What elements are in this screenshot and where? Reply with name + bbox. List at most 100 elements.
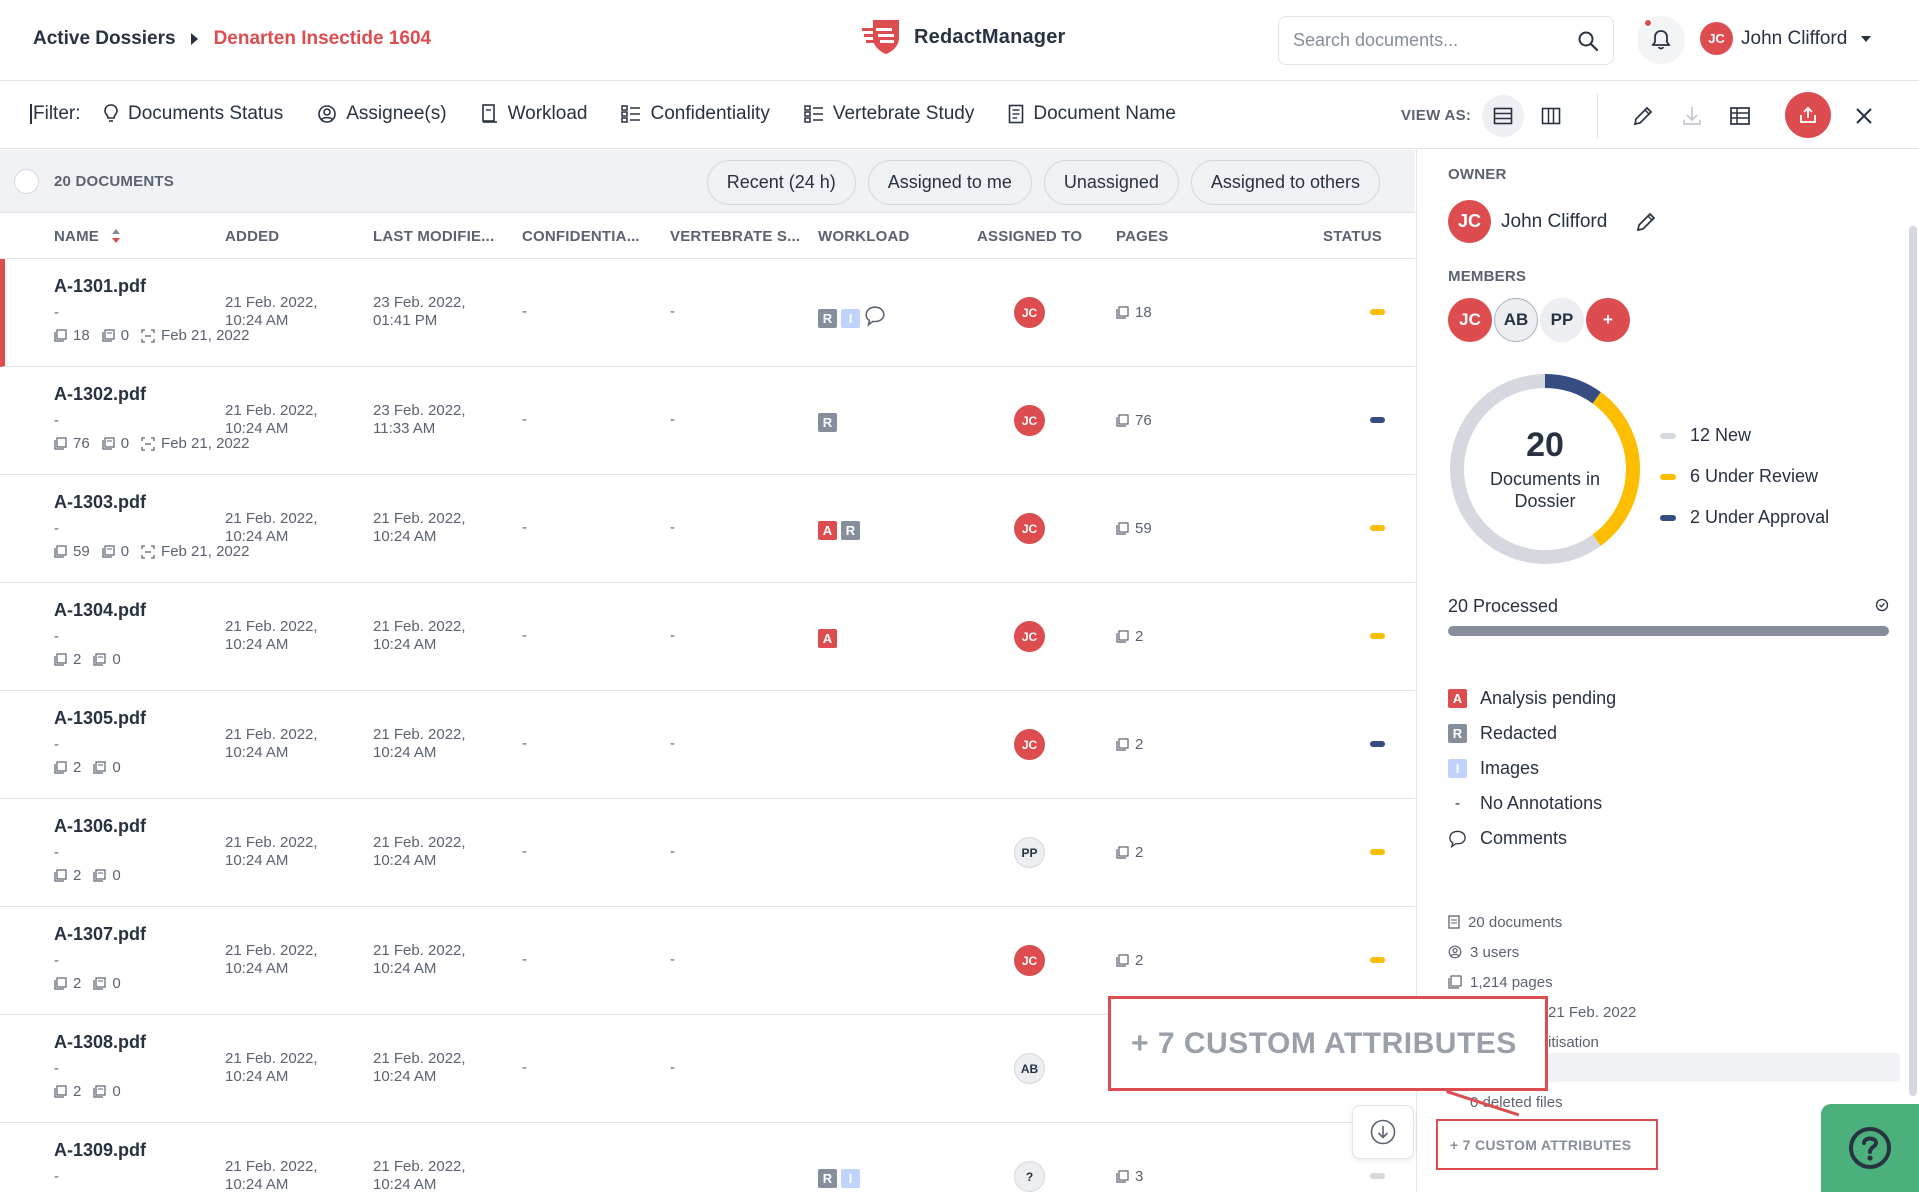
quick-filter-recent[interactable]: Recent (24 h) (706, 160, 856, 205)
assignee-avatar[interactable]: JC (1014, 297, 1045, 328)
panel-scrollbar[interactable] (1909, 226, 1917, 1096)
column-name[interactable]: NAME (54, 228, 121, 245)
document-name[interactable]: A-1306.pdf (54, 816, 146, 837)
close-button[interactable] (1843, 95, 1885, 137)
add-member-button[interactable]: + (1586, 298, 1630, 342)
document-name[interactable]: A-1301.pdf (54, 276, 146, 297)
download-button[interactable] (1671, 95, 1713, 137)
filter-vertebrate-study[interactable]: Vertebrate Study (804, 103, 974, 125)
quick-filter-unassigned[interactable]: Unassigned (1043, 160, 1179, 205)
filter-label-text: Documents Status (128, 103, 284, 124)
custom-attributes-link[interactable]: + 7 CUSTOM ATTRIBUTES (1436, 1119, 1658, 1170)
list-toolbar: 20 DOCUMENTS Recent (24 h) Assigned to m… (0, 150, 1415, 213)
column-pages[interactable]: PAGES (1116, 228, 1168, 245)
assignee-avatar[interactable]: JC (1014, 513, 1045, 544)
view-list-button[interactable] (1482, 95, 1524, 137)
member-avatar[interactable]: AB (1494, 298, 1538, 342)
document-name[interactable]: A-1309.pdf (54, 1140, 146, 1161)
table-row[interactable]: A-1301.pdf -18 0 Feb 21, 2022 21 Feb. 2022, 1… (0, 259, 1415, 367)
member-avatar[interactable]: PP (1540, 298, 1584, 342)
document-name[interactable]: A-1305.pdf (54, 708, 146, 729)
assignee-avatar[interactable]: JC (1014, 729, 1045, 760)
breadcrumb-active-dossiers[interactable]: Active Dossiers (33, 28, 176, 50)
help-button[interactable] (1821, 1104, 1919, 1192)
document-icon (1448, 915, 1460, 929)
meta-annotations: 0 (93, 759, 121, 776)
column-vertebrate-study[interactable]: VERTEBRATE S... (670, 228, 800, 245)
table-row[interactable]: A-1304.pdf -2 0 21 Feb. 2022, 10:24 AM 21 Feb… (0, 583, 1415, 691)
quick-filter-assigned-to-others[interactable]: Assigned to others (1190, 160, 1380, 205)
member-avatar[interactable]: JC (1448, 298, 1492, 342)
filter-workload[interactable]: Workload (481, 103, 587, 125)
document-name[interactable]: A-1303.pdf (54, 492, 146, 513)
assignee-avatar[interactable]: JC (1014, 945, 1045, 976)
filter-assignees[interactable]: Assignee(s) (317, 103, 447, 125)
pencil-icon[interactable] (1635, 211, 1657, 233)
search-input[interactable] (1293, 30, 1577, 51)
assignee-avatar[interactable]: JC (1014, 621, 1045, 652)
added-time-line: 10:24 AM (225, 744, 289, 761)
legend-item-under-approval[interactable]: 2 Under Approval (1660, 497, 1829, 538)
workload-cell: RI (818, 1169, 864, 1188)
meta-pages: 76 (54, 435, 90, 452)
report-button[interactable] (1719, 95, 1761, 137)
select-all-checkbox[interactable] (14, 169, 39, 194)
app-header: Active Dossiers Denarten Insectide 1604 … (0, 0, 1919, 81)
added-date: 21 Feb. 2022, 10:24 AM (225, 1050, 355, 1086)
assignee-avatar[interactable]: JC (1014, 405, 1045, 436)
legend-item-under-review[interactable]: 6 Under Review (1660, 456, 1829, 497)
edit-dossier-button[interactable] (1622, 95, 1664, 137)
breadcrumb-current-dossier[interactable]: Denarten Insectide 1604 (214, 28, 432, 50)
filter-confidentiality[interactable]: Confidentiality (621, 103, 770, 125)
workload-badge-r: R (841, 521, 860, 540)
columns-view-icon (1541, 107, 1561, 125)
legend-label: 2 Under Approval (1690, 507, 1830, 527)
table-row[interactable]: A-1303.pdf -59 0 Feb 21, 2022 21 Feb. 2022, 1… (0, 475, 1415, 583)
view-columns-button[interactable] (1530, 95, 1572, 137)
table-row[interactable]: A-1305.pdf -2 0 21 Feb. 2022, 10:24 AM 21 Feb… (0, 691, 1415, 799)
donut-legend: 12 New 6 Under Review 2 Under Approval (1660, 415, 1829, 538)
modified-date-line: 21 Feb. 2022, (373, 510, 466, 527)
table-row[interactable]: A-1302.pdf -76 0 Feb 21, 2022 21 Feb. 2022, 1… (0, 367, 1415, 475)
search-icon[interactable] (1577, 30, 1599, 52)
annotations-icon (93, 977, 106, 990)
column-last-modified[interactable]: LAST MODIFIE... (373, 228, 494, 245)
column-added[interactable]: ADDED (225, 228, 279, 245)
column-confidentiality[interactable]: CONFIDENTIA... (522, 228, 640, 245)
document-name[interactable]: A-1302.pdf (54, 384, 146, 405)
modified-date-line: 21 Feb. 2022, (373, 1050, 466, 1067)
table-row[interactable]: A-1306.pdf -2 0 21 Feb. 2022, 10:24 AM 21 Feb… (0, 799, 1415, 907)
document-name[interactable]: A-1304.pdf (54, 600, 146, 621)
members-list: JC AB PP + (1448, 298, 1632, 342)
pages-icon (1116, 846, 1129, 859)
page-count: 2 (1135, 736, 1144, 753)
meta-pages-count: 2 (73, 759, 82, 776)
column-status[interactable]: STATUS (1323, 228, 1382, 245)
ocr-icon (141, 436, 155, 451)
export-button[interactable] (1785, 92, 1831, 138)
document-name[interactable]: A-1307.pdf (54, 924, 146, 945)
scroll-down-button[interactable] (1352, 1105, 1414, 1159)
sort-icon (112, 229, 121, 243)
table-row[interactable]: A-1309.pdf -21 Feb. 2022, 10:24 AM 21 Feb. … (0, 1123, 1415, 1192)
vertebrate-value: - (670, 1059, 675, 1076)
brand[interactable]: RedactManager (860, 18, 1066, 56)
meta-annotation-count: 0 (120, 327, 130, 344)
user-menu[interactable]: JC John Clifford (1700, 22, 1872, 55)
added-time-line: 10:24 AM (225, 312, 289, 329)
column-assigned-to[interactable]: ASSIGNED TO (977, 228, 1082, 245)
filter-documents-status[interactable]: Documents Status (103, 103, 283, 125)
notifications-button[interactable] (1637, 16, 1685, 64)
document-name[interactable]: A-1308.pdf (54, 1032, 146, 1053)
filter-document-name[interactable]: Document Name (1008, 103, 1176, 125)
page-count: 2 (1135, 628, 1144, 645)
quick-filter-assigned-to-me[interactable]: Assigned to me (867, 160, 1032, 205)
assignee-avatar[interactable]: ? (1014, 1161, 1045, 1192)
assignee-avatar[interactable]: PP (1014, 837, 1045, 868)
pages-icon (1116, 738, 1129, 751)
column-workload[interactable]: WORKLOAD (818, 228, 910, 245)
pages-icon (1116, 414, 1129, 427)
legend-item-new[interactable]: 12 New (1660, 415, 1829, 456)
check-circle-icon (1875, 598, 1889, 612)
assignee-avatar[interactable]: AB (1014, 1053, 1045, 1084)
